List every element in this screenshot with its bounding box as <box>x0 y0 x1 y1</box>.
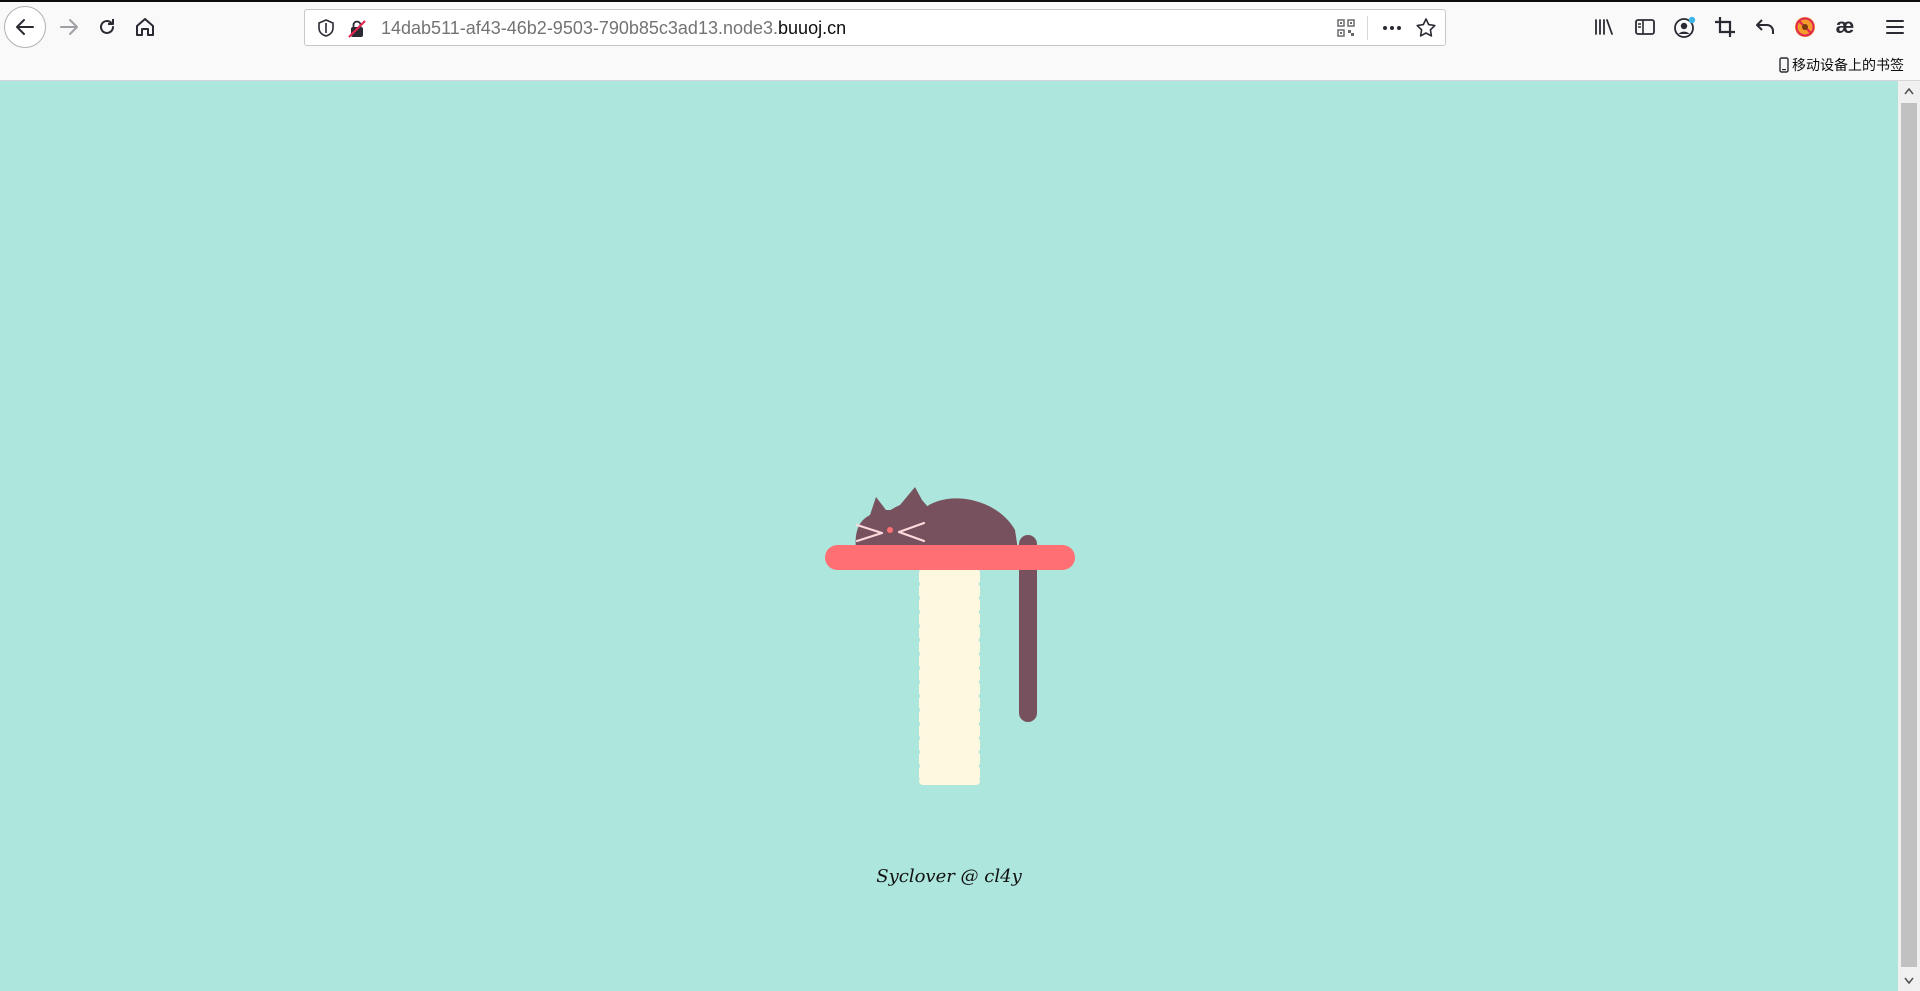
blocked-icon[interactable] <box>1791 13 1819 41</box>
menu-icon[interactable] <box>1881 13 1909 41</box>
arrow-right-icon <box>60 19 78 35</box>
home-icon <box>136 18 154 36</box>
cat-shelf <box>825 545 1075 570</box>
footer-credit: Syclover @ cl4y <box>876 866 1022 887</box>
tab-strip-edge <box>0 0 1920 2</box>
arrow-left-icon <box>16 19 34 35</box>
chevron-down-icon <box>1904 977 1914 985</box>
page-scrollbar[interactable] <box>1898 81 1920 991</box>
mobile-device-icon <box>1779 57 1789 73</box>
bookmark-star-icon[interactable] <box>1415 17 1437 39</box>
crop-icon[interactable] <box>1711 13 1739 41</box>
home-button[interactable] <box>128 10 162 44</box>
reload-button[interactable] <box>90 10 124 44</box>
url-domain: buuoj.cn <box>778 18 847 38</box>
account-icon[interactable] <box>1671 13 1699 41</box>
browser-toolbar: 14dab511-af43-46b2-9503-790b85c3ad13.nod… <box>0 0 1920 81</box>
sleeping-cat-illustration <box>825 487 1075 785</box>
sidebar-icon[interactable] <box>1631 13 1659 41</box>
back-button[interactable] <box>4 6 46 48</box>
mobile-bookmarks-folder[interactable]: 移动设备上的书签 <box>1779 55 1904 75</box>
library-icon[interactable] <box>1590 13 1618 41</box>
scroll-up-button[interactable] <box>1898 81 1920 101</box>
tracking-shield-icon[interactable] <box>317 19 335 37</box>
reload-icon <box>100 19 114 34</box>
chevron-up-icon <box>1904 87 1914 95</box>
url-prefix: 14dab511-af43-46b2-9503-790b85c3ad13.nod… <box>381 18 779 38</box>
mobile-bookmarks-label: 移动设备上的书签 <box>1792 57 1904 73</box>
scratching-post <box>915 565 984 785</box>
undo-icon[interactable] <box>1751 13 1779 41</box>
ae-extension-icon[interactable]: æ <box>1831 13 1859 41</box>
forward-button[interactable] <box>52 10 86 44</box>
insecure-lock-icon[interactable] <box>347 19 367 39</box>
qr-code-icon[interactable] <box>1337 19 1355 37</box>
url-bar-divider <box>1367 16 1368 40</box>
address-bar[interactable]: 14dab511-af43-46b2-9503-790b85c3ad13.nod… <box>304 9 1446 46</box>
url-text[interactable]: 14dab511-af43-46b2-9503-790b85c3ad13.nod… <box>381 18 846 39</box>
scrollbar-thumb[interactable] <box>1901 103 1917 967</box>
page-actions-more-icon[interactable] <box>1381 18 1403 38</box>
scroll-down-button[interactable] <box>1898 971 1920 991</box>
